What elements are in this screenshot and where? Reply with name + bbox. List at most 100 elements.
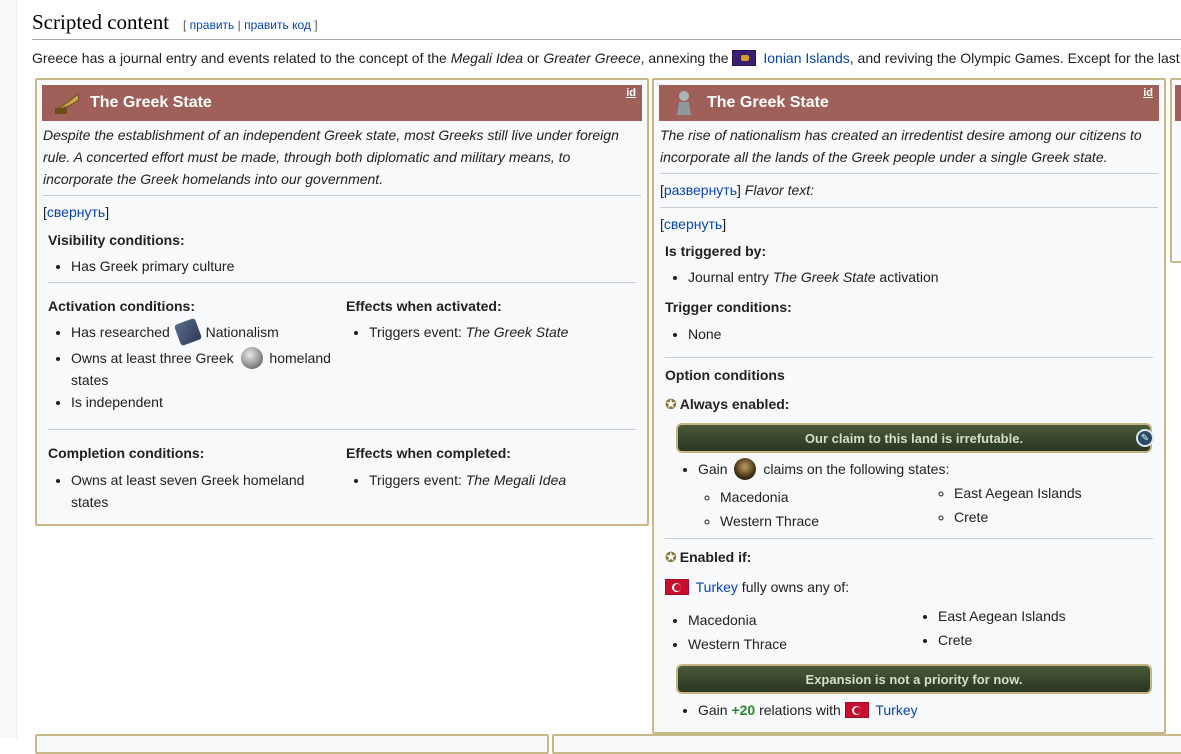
journal-entry-panel: The Greek State id Despite the establish… xyxy=(35,78,649,526)
list-item: Crete xyxy=(938,629,1066,651)
visibility-heading: Visibility conditions: xyxy=(48,232,185,248)
collapse-toggle[interactable]: [свернуть] xyxy=(660,216,726,232)
pen-icon: ✎ xyxy=(1136,429,1154,447)
always-enabled-heading: ✪ Always enabled: xyxy=(665,396,789,413)
list-item: Owns at least seven Greek homeland states xyxy=(71,469,339,513)
intro-megali: Megali Idea xyxy=(450,50,524,66)
collapse-link[interactable]: свернуть xyxy=(664,216,722,232)
turkey-link[interactable]: Turkey xyxy=(875,702,917,718)
option2-effects: Gain +20 relations with Turkey xyxy=(676,699,918,721)
trigger-conditions-heading: Trigger conditions: xyxy=(665,299,792,315)
turkey-flag-icon xyxy=(665,579,689,595)
list-item: Owns at least three Greek homeland states xyxy=(71,347,339,391)
event-name: The Greek State xyxy=(465,324,569,340)
claim-states-left: Macedonia Western Thrace xyxy=(698,486,819,532)
nationalism-tech-icon xyxy=(173,317,202,347)
intro-text: or xyxy=(523,50,544,66)
cutoff-title-bar xyxy=(1175,85,1181,121)
list-item: Has researched Nationalism xyxy=(71,317,339,347)
item-text: Gain xyxy=(698,702,732,718)
owned-states-left: Macedonia Western Thrace xyxy=(666,609,787,655)
panel-title-bar: The Greek State id xyxy=(659,85,1159,121)
list-item: Gain claims on the following states: xyxy=(698,458,949,480)
id-link[interactable]: id xyxy=(626,87,636,99)
item-text: Triggers event: xyxy=(369,472,466,488)
list-item: Gain +20 relations with Turkey xyxy=(698,699,918,721)
flavor-toggle[interactable]: [развернуть] Flavor text: xyxy=(660,182,814,198)
list-item: Western Thrace xyxy=(720,510,819,532)
list-item: Triggers event: The Megali Idea xyxy=(369,469,566,491)
turkey-link[interactable]: Turkey xyxy=(696,579,738,595)
option-button-claim[interactable]: Our claim to this land is irrefutable. ✎ xyxy=(676,423,1154,453)
id-link[interactable]: id xyxy=(1143,87,1153,99)
claim-icon xyxy=(734,458,757,480)
item-text: fully owns any of: xyxy=(737,579,850,595)
effects-completed-heading: Effects when completed: xyxy=(346,445,511,461)
item-text: Gain xyxy=(698,461,728,477)
item-text: claims on the following states: xyxy=(763,461,950,477)
completion-list: Owns at least seven Greek homeland states xyxy=(49,469,339,513)
intro-text: , annexing the xyxy=(640,50,733,66)
journal-entry-name: The Greek State xyxy=(772,269,876,285)
statue-icon xyxy=(667,88,701,118)
item-text: Triggers event: xyxy=(369,324,466,340)
item-text: Owns at least seven Greek homeland xyxy=(71,472,305,488)
triggered-heading: Is triggered by: xyxy=(665,243,767,259)
visibility-list: Has Greek primary culture xyxy=(49,255,234,277)
item-text: Owns at least three Greek xyxy=(71,350,234,366)
star-icon: ✪ xyxy=(665,396,677,412)
enabled-label: Enabled if: xyxy=(679,549,752,565)
turkey-flag-icon xyxy=(844,702,869,718)
homeland-icon xyxy=(240,347,263,369)
triggered-list: Journal entry The Greek State activation xyxy=(666,266,939,288)
event-panel: The Greek State id The rise of nationali… xyxy=(652,78,1166,734)
item-text: activation xyxy=(875,269,939,285)
always-label: Always enabled: xyxy=(679,396,790,412)
effects-completed-list: Triggers event: The Megali Idea xyxy=(347,469,566,491)
enabled-if-heading: ✪ Enabled if: xyxy=(665,549,751,566)
cutoff-panel-bottom-right xyxy=(552,734,1181,754)
activation-list: Has researched Nationalism Owns at least… xyxy=(49,317,339,413)
ionian-flag-icon xyxy=(732,50,757,66)
left-gutter xyxy=(0,0,17,739)
list-item: None xyxy=(688,323,721,345)
trigger-conditions-list: None xyxy=(666,323,721,345)
cutoff-panel-right xyxy=(1170,78,1181,263)
list-item: Triggers event: The Greek State xyxy=(369,321,568,343)
item-text: Journal entry xyxy=(688,269,773,285)
panel-description: The rise of nationalism has created an i… xyxy=(660,127,1142,165)
option-button-expansion[interactable]: Expansion is not a priority for now. xyxy=(676,664,1152,694)
gramophone-icon xyxy=(50,88,84,118)
list-item: East Aegean Islands xyxy=(954,482,1082,504)
divider xyxy=(48,429,636,430)
option-label: Our claim to this land is irrefutable. xyxy=(804,430,1024,446)
divider xyxy=(660,173,1158,174)
claim-states-right: East Aegean Islands Crete xyxy=(932,482,1082,528)
divider xyxy=(43,195,641,196)
collapse-toggle[interactable]: [свернуть] xyxy=(43,204,109,220)
collapse-link[interactable]: свернуть xyxy=(47,204,105,220)
activation-heading: Activation conditions: xyxy=(48,298,195,314)
event-name: The Megali Idea xyxy=(465,472,567,488)
divider xyxy=(665,357,1153,358)
effects-activated-heading: Effects when activated: xyxy=(346,298,502,314)
intro-paragraph: Greece has a journal entry and events re… xyxy=(32,50,1181,66)
owned-states-right: East Aegean Islands Crete xyxy=(916,605,1066,651)
ionian-islands-link[interactable]: Ionian Islands xyxy=(763,50,849,66)
completion-heading: Completion conditions: xyxy=(48,445,205,461)
divider xyxy=(48,282,636,283)
option1-effects: Gain claims on the following states: xyxy=(676,458,949,480)
edit-link[interactable]: править xyxy=(190,18,235,32)
divider xyxy=(665,538,1153,539)
intro-text: Greece has a journal entry and events re… xyxy=(32,50,451,66)
panel-title: The Greek State xyxy=(707,94,829,111)
item-text: states xyxy=(71,494,109,510)
edit-code-link[interactable]: править код xyxy=(244,18,311,32)
expand-link[interactable]: развернуть xyxy=(664,182,737,198)
item-text: Has researched xyxy=(71,324,170,340)
relations-value: +20 xyxy=(731,702,756,718)
list-item: Macedonia xyxy=(720,486,819,508)
option-label: Expansion is not a priority for now. xyxy=(805,671,1023,687)
flavor-label: Flavor text: xyxy=(744,182,815,198)
intro-greater: Greater Greece xyxy=(543,50,641,66)
